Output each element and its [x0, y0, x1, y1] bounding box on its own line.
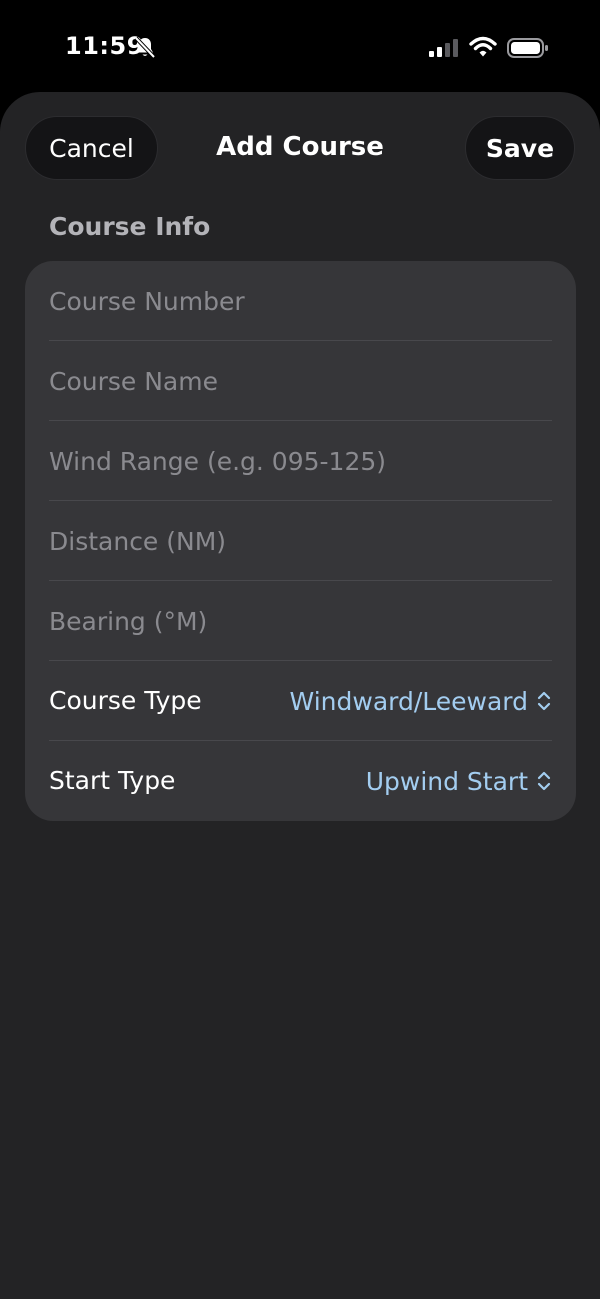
page-title: Add Course	[216, 132, 384, 162]
status-time: 11:59	[65, 32, 144, 60]
status-bar: 11:59	[0, 0, 600, 92]
course-type-row: Course Type Windward/Leeward	[25, 661, 576, 741]
section-header-course-info: Course Info	[49, 212, 211, 241]
wind-range-input[interactable]	[49, 421, 549, 501]
cancel-button[interactable]: Cancel	[25, 116, 158, 180]
battery-icon	[507, 38, 548, 58]
save-button[interactable]: Save	[465, 116, 575, 180]
start-type-row: Start Type Upwind Start	[25, 741, 576, 821]
course-type-label: Course Type	[49, 686, 202, 715]
course-info-form: Course Type Windward/Leeward Start Type …	[25, 261, 576, 821]
bearing-input[interactable]	[49, 581, 549, 661]
bearing-row	[25, 581, 576, 661]
start-type-value: Upwind Start	[365, 766, 528, 796]
cellular-signal-icon	[429, 39, 458, 57]
bell-slash-icon	[134, 36, 156, 59]
course-type-picker[interactable]: Windward/Leeward	[290, 661, 552, 741]
chevron-up-down-icon	[537, 691, 551, 711]
start-type-picker[interactable]: Upwind Start	[366, 741, 552, 821]
add-course-sheet: Cancel Add Course Save Course Info Cours…	[0, 92, 600, 1299]
start-type-label: Start Type	[49, 766, 176, 795]
course-number-input[interactable]	[49, 261, 549, 341]
wifi-icon	[469, 36, 497, 57]
distance-row	[25, 501, 576, 581]
distance-input[interactable]	[49, 501, 549, 581]
course-name-input[interactable]	[49, 341, 549, 421]
chevron-up-down-icon	[537, 771, 551, 791]
course-type-value: Windward/Leeward	[289, 686, 528, 716]
course-number-row	[25, 261, 576, 341]
wind-range-row	[25, 421, 576, 501]
course-name-row	[25, 341, 576, 421]
